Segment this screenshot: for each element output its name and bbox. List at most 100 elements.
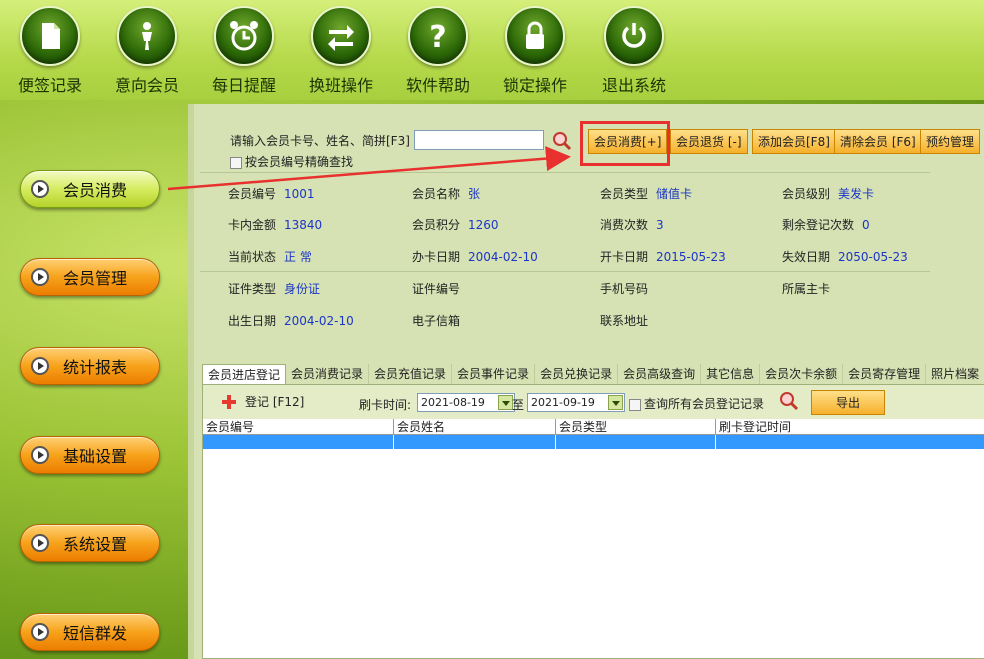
search-icon[interactable] bbox=[779, 391, 799, 411]
date-to-picker[interactable]: 2021-09-19 bbox=[527, 393, 625, 412]
table-cell bbox=[556, 435, 716, 449]
info-key: 消费次数 bbox=[600, 218, 649, 232]
tab-other-info[interactable]: 其它信息 bbox=[701, 364, 761, 384]
tab-checkin[interactable]: 会员进店登记 bbox=[202, 364, 287, 384]
info-key: 办卡日期 bbox=[412, 250, 461, 264]
exact-search-option[interactable]: 按会员编号精确查找 bbox=[230, 153, 410, 170]
column-header[interactable]: 刷卡登记时间 bbox=[716, 419, 984, 434]
info-key: 当前状态 bbox=[228, 250, 277, 264]
record-tabs: 会员进店登记 会员消费记录 会员充值记录 会员事件记录 会员兑换记录 会员高级查… bbox=[202, 364, 984, 384]
toolbar-label: 软件帮助 bbox=[405, 76, 470, 95]
alarm-clock-icon bbox=[214, 6, 274, 66]
info-member-no: 会员编号 1001 bbox=[228, 185, 315, 202]
toolbar-help-button[interactable]: ? 软件帮助 bbox=[398, 6, 478, 96]
nav-label: 会员管理 bbox=[63, 269, 128, 288]
info-value: 2004-02-10 bbox=[468, 250, 538, 264]
all-records-option[interactable]: 查询所有会员登记记录 bbox=[629, 395, 764, 412]
date-from-picker[interactable]: 2021-08-19 bbox=[417, 393, 515, 412]
table-header: 会员编号 会员姓名 会员类型 刷卡登记时间 bbox=[203, 419, 984, 435]
export-button[interactable]: 导出 bbox=[811, 390, 885, 415]
info-key: 所属主卡 bbox=[782, 282, 831, 296]
info-birth: 出生日期 2004-02-10 bbox=[228, 312, 354, 329]
nav-reports[interactable]: 统计报表 bbox=[20, 347, 160, 385]
info-points: 会员积分 1260 bbox=[412, 216, 499, 233]
toolbar-label: 意向会员 bbox=[114, 76, 179, 95]
info-key: 开卡日期 bbox=[600, 250, 649, 264]
toolbar-exit-button[interactable]: 退出系统 bbox=[594, 6, 674, 96]
nav-sms[interactable]: 短信群发 bbox=[20, 613, 160, 651]
plus-icon bbox=[222, 394, 236, 409]
toolbar-reminder-button[interactable]: 每日提醒 bbox=[204, 6, 284, 96]
info-key: 会员级别 bbox=[782, 187, 831, 201]
toolbar-lock-button[interactable]: 锁定操作 bbox=[495, 6, 575, 96]
play-bullet-icon bbox=[31, 357, 49, 375]
divider bbox=[200, 271, 930, 272]
info-balance: 卡内金额 13840 bbox=[228, 216, 322, 233]
info-value: 0 bbox=[862, 218, 870, 232]
tab-exchange-records[interactable]: 会员兑换记录 bbox=[535, 364, 619, 384]
tab-consume-records[interactable]: 会员消费记录 bbox=[286, 364, 370, 384]
table-cell bbox=[716, 435, 984, 449]
nav-label: 基础设置 bbox=[63, 447, 128, 466]
info-key: 证件编号 bbox=[412, 282, 461, 296]
search-icon[interactable] bbox=[552, 131, 572, 151]
exact-search-checkbox[interactable] bbox=[230, 156, 242, 169]
person-icon bbox=[117, 6, 177, 66]
column-header[interactable]: 会员类型 bbox=[556, 419, 716, 434]
info-key: 出生日期 bbox=[228, 314, 277, 328]
chevron-down-icon[interactable] bbox=[498, 395, 513, 410]
info-key: 剩余登记次数 bbox=[782, 218, 855, 232]
info-value: 张 bbox=[468, 187, 481, 201]
booking-manage-button[interactable]: 预约管理 bbox=[920, 129, 981, 154]
clear-member-button[interactable]: 清除会员 [F6] bbox=[834, 129, 922, 154]
toolbar-label: 每日提醒 bbox=[211, 76, 276, 95]
tab-recharge-records[interactable]: 会员充值记录 bbox=[369, 364, 453, 384]
info-value: 13840 bbox=[284, 218, 323, 232]
info-id-type: 证件类型 身份证 bbox=[228, 280, 320, 297]
table-row[interactable] bbox=[203, 435, 984, 449]
play-bullet-icon bbox=[31, 446, 49, 464]
nav-system-settings[interactable]: 系统设置 bbox=[20, 524, 160, 562]
toolbar-note-button[interactable]: 便签记录 bbox=[10, 6, 90, 96]
date-from-value: 2021-08-19 bbox=[421, 396, 485, 409]
chevron-down-icon[interactable] bbox=[608, 395, 623, 410]
divider bbox=[200, 172, 930, 173]
nav-label: 短信群发 bbox=[63, 624, 128, 643]
nav-member-consume[interactable]: 会员消费 bbox=[20, 170, 160, 208]
nav-member-manage[interactable]: 会员管理 bbox=[20, 258, 160, 296]
tab-card-balance[interactable]: 会员次卡余额 bbox=[760, 364, 844, 384]
search-input[interactable] bbox=[414, 130, 544, 150]
toolbar-label: 退出系统 bbox=[601, 76, 666, 95]
column-header[interactable]: 会员编号 bbox=[203, 419, 394, 434]
tab-event-records[interactable]: 会员事件记录 bbox=[452, 364, 536, 384]
toolbar-intent-member-button[interactable]: 意向会员 bbox=[107, 6, 187, 96]
tab-storage[interactable]: 会员寄存管理 bbox=[843, 364, 927, 384]
info-value: 储值卡 bbox=[656, 187, 693, 201]
info-value: 2004-02-10 bbox=[284, 314, 354, 328]
tab-advanced-query[interactable]: 会员高级查询 bbox=[618, 364, 702, 384]
register-button[interactable]: 登记 [F12] bbox=[221, 393, 304, 410]
toolbar-shift-button[interactable]: 换班操作 bbox=[301, 6, 381, 96]
info-key: 会员积分 bbox=[412, 218, 461, 232]
info-expire-date: 失效日期 2050-05-23 bbox=[782, 248, 908, 265]
member-consume-panel: 请输入会员卡号、姓名、简拼[F3] 按会员编号精确查找 会员消费[+] 会员退货… bbox=[188, 104, 984, 659]
all-records-checkbox[interactable] bbox=[629, 398, 641, 411]
column-header[interactable]: 会员姓名 bbox=[394, 419, 556, 434]
toolbar-label: 便签记录 bbox=[17, 76, 82, 95]
add-member-button[interactable]: 添加会员[F8] bbox=[752, 129, 836, 154]
power-icon bbox=[604, 6, 664, 66]
tab-photos[interactable]: 照片档案 bbox=[926, 364, 984, 384]
date-to-value: 2021-09-19 bbox=[531, 396, 595, 409]
info-key: 会员名称 bbox=[412, 187, 461, 201]
member-refund-button[interactable]: 会员退货 [-] bbox=[670, 129, 748, 154]
nav-label: 系统设置 bbox=[63, 535, 128, 554]
register-label: 登记 [F12] bbox=[245, 395, 305, 409]
nav-basic-settings[interactable]: 基础设置 bbox=[20, 436, 160, 474]
play-bullet-icon bbox=[31, 623, 49, 641]
info-value: 2015-05-23 bbox=[656, 250, 726, 264]
info-value: 3 bbox=[656, 218, 664, 232]
checkin-panel: 登记 [F12] 刷卡时间: 2021-08-19 至 2021-09-19 查… bbox=[202, 384, 984, 659]
search-row: 请输入会员卡号、姓名、简拼[F3] 按会员编号精确查找 bbox=[230, 130, 572, 170]
info-member-level: 会员级别 美发卡 bbox=[782, 185, 874, 202]
info-value: 正 常 bbox=[284, 250, 312, 264]
